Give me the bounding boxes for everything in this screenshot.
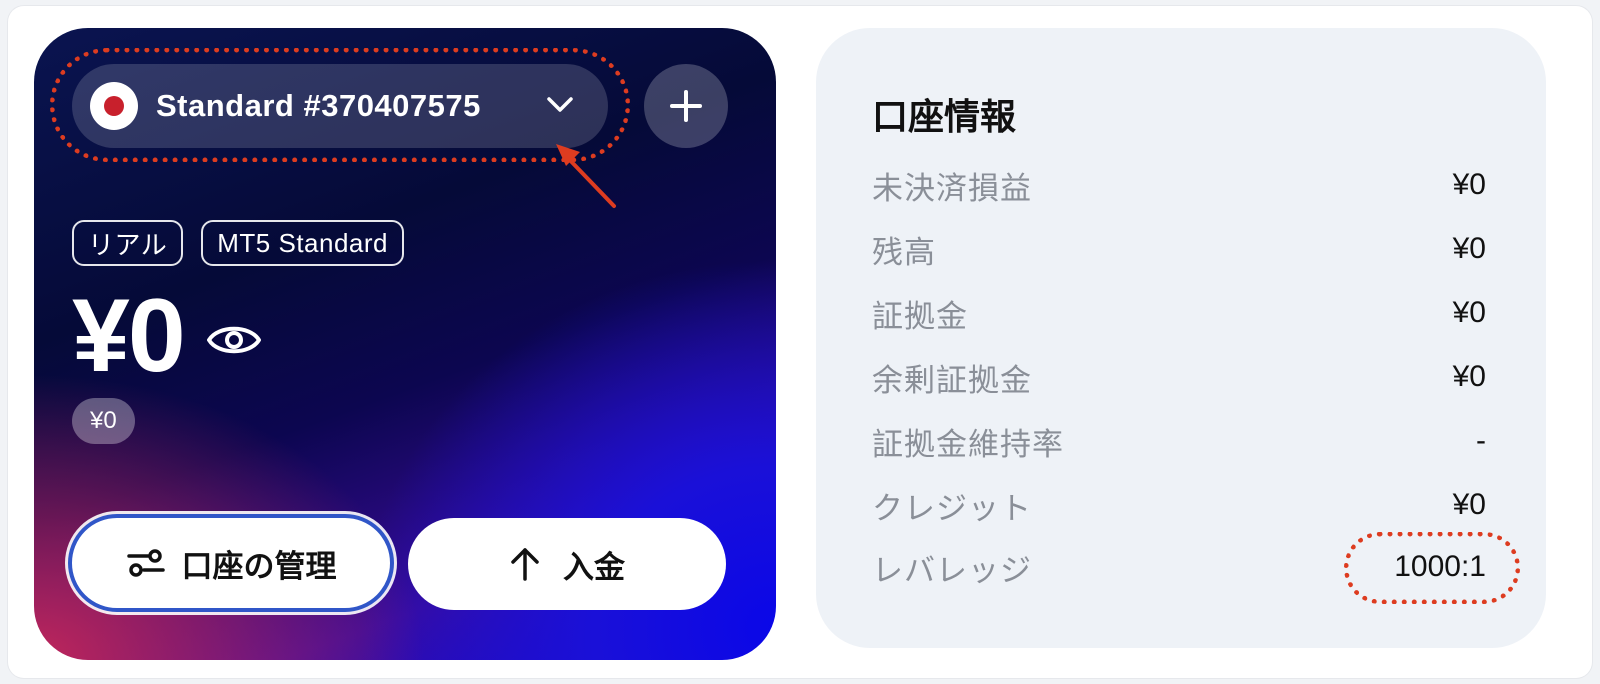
manage-account-label: 口座の管理	[181, 548, 337, 584]
page-frame: Standard #370407575 リアル MT5 Standard ¥0	[8, 6, 1592, 678]
info-value: ¥0	[1452, 360, 1486, 393]
sliders-icon	[126, 549, 165, 577]
account-card: Standard #370407575 リアル MT5 Standard ¥0	[34, 28, 776, 660]
info-row-free-margin: 余剰証拠金 ¥0	[872, 352, 1486, 402]
info-label: 残高	[872, 234, 936, 270]
account-info-panel: 口座情報 未決済損益 ¥0 残高 ¥0 証拠金 ¥0 余剰証拠金 ¥0 証拠金維…	[816, 28, 1546, 648]
deposit-label: 入金	[563, 549, 625, 585]
balance-value: ¥0	[72, 278, 186, 394]
info-label: 証拠金維持率	[872, 426, 1064, 462]
deposit-button[interactable]: 入金	[408, 518, 726, 610]
plus-icon	[670, 90, 702, 122]
info-label: レバレッジ	[872, 552, 1032, 588]
info-value: ¥0	[1452, 168, 1486, 201]
japan-flag-icon	[90, 82, 138, 130]
eye-icon[interactable]	[206, 320, 262, 360]
chevron-down-icon	[547, 97, 573, 112]
info-panel-title: 口座情報	[872, 96, 1017, 137]
account-name: Standard #370407575	[156, 88, 481, 123]
info-label: 未決済損益	[872, 170, 1032, 206]
info-label: 余剰証拠金	[872, 362, 1032, 398]
account-badges: リアル MT5 Standard	[72, 220, 404, 266]
info-row-balance: 残高 ¥0	[872, 224, 1486, 274]
add-account-button[interactable]	[644, 64, 728, 148]
sub-balance-chip: ¥0	[72, 398, 135, 444]
info-label: クレジット	[872, 490, 1032, 526]
info-value: ¥0	[1452, 488, 1486, 521]
info-value: ¥0	[1452, 296, 1486, 329]
info-row-margin-level: 証拠金維持率 -	[872, 416, 1486, 466]
arrow-up-icon	[511, 548, 539, 581]
account-type-badge: リアル	[72, 220, 184, 266]
account-selector-dropdown[interactable]: Standard #370407575	[72, 64, 608, 148]
info-value: -	[1476, 424, 1486, 457]
info-label: 証拠金	[872, 298, 968, 334]
platform-badge: MT5 Standard	[201, 220, 404, 266]
info-value: 1000:1	[1394, 550, 1486, 583]
balance-row: ¥0	[72, 284, 262, 388]
info-value: ¥0	[1452, 232, 1486, 265]
info-row-unrealized-pnl: 未決済損益 ¥0	[872, 160, 1486, 210]
info-row-margin: 証拠金 ¥0	[872, 288, 1486, 338]
manage-account-button[interactable]: 口座の管理	[68, 514, 394, 612]
info-row-leverage: レバレッジ 1000:1	[872, 542, 1486, 592]
info-row-credit: クレジット ¥0	[872, 480, 1486, 530]
